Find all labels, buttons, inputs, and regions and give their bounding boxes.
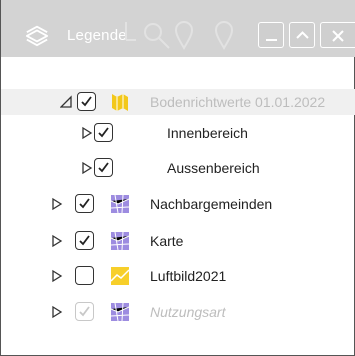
tree-row-aussenbereich[interactable]: Aussenbereich [1,155,355,181]
layer-checkbox[interactable] [75,194,94,213]
collapsed-toggle-icon[interactable] [50,305,64,319]
tree-row-karte[interactable]: Karte [1,228,355,254]
layer-checkbox[interactable] [75,266,94,285]
collapsed-toggle-icon[interactable] [50,234,64,248]
tree-item-label: Nachbargemeinden [150,196,273,212]
tree-row-nachbargemeinden[interactable]: Nachbargemeinden [1,191,355,217]
yellow-map-icon [112,94,128,111]
yellow-aerial-icon [110,267,130,285]
tree-item-label: Nutzungsart [150,304,226,320]
expanded-toggle-icon[interactable] [60,95,74,109]
legend-tree: Bodenrichtwerte 01.01.2022 Innenbereich … [1,0,355,356]
tree-row-bodenrichtwerte[interactable]: Bodenrichtwerte 01.01.2022 [1,89,355,115]
layer-checkbox[interactable] [77,92,96,111]
purple-map-icon [110,194,130,214]
tree-row-luftbild2021[interactable]: Luftbild2021 [1,263,355,289]
layer-checkbox[interactable] [94,123,113,142]
collapsed-toggle-icon[interactable] [50,269,64,283]
tree-item-label: Bodenrichtwerte 01.01.2022 [150,94,326,110]
layer-checkbox[interactable] [75,302,94,321]
collapsed-toggle-icon[interactable] [80,161,94,175]
purple-map-icon [110,302,130,322]
tree-row-innenbereich[interactable]: Innenbereich [1,120,355,146]
collapsed-toggle-icon[interactable] [50,197,64,211]
collapsed-toggle-icon[interactable] [80,126,94,140]
tree-item-label: Innenbereich [167,125,248,141]
tree-item-label: Luftbild2021 [150,268,227,284]
tree-item-label: Aussenbereich [167,160,260,176]
layer-checkbox[interactable] [94,158,113,177]
tree-row-nutzungsart[interactable]: Nutzungsart [1,299,355,325]
legend-panel: Legende Bodenrichtwerte 01.01.2022 Innen… [0,0,355,356]
tree-item-label: Karte [150,233,184,249]
layer-checkbox[interactable] [75,231,94,250]
purple-map-icon [110,231,130,251]
